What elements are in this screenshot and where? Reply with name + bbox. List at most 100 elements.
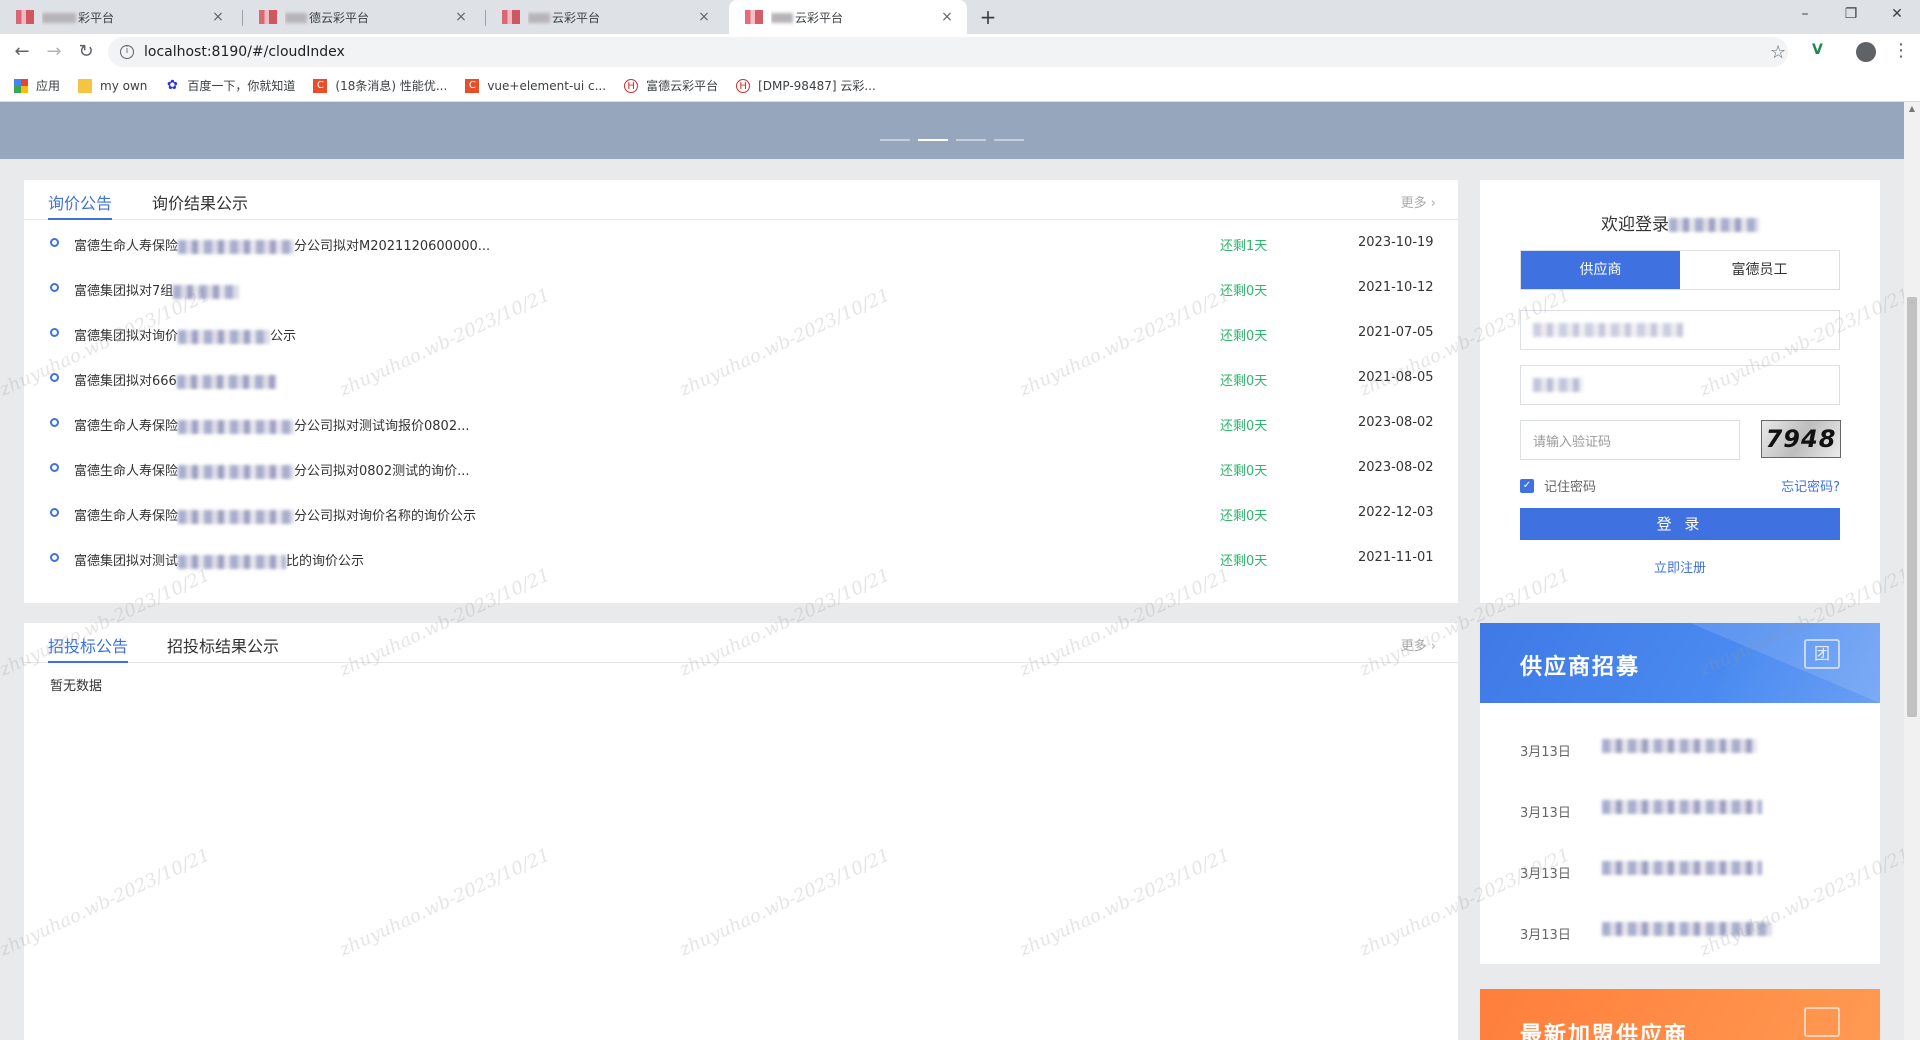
forgot-password-link[interactable]: 忘记密码? [1781, 476, 1840, 495]
list-item[interactable]: 富德集团拟对7组 还剩0天 2021-10-12 [24, 267, 1458, 312]
publish-date: 2021-11-01 [1358, 550, 1434, 565]
remaining-days: 还剩0天 [1220, 464, 1268, 479]
captcha-input[interactable]: 请输入验证码 [1520, 420, 1740, 460]
page-scrollbar[interactable]: ▲ [1904, 102, 1920, 1040]
carousel-dot[interactable] [880, 139, 910, 141]
tab-inquiry-notice[interactable]: 询价公告 [48, 190, 113, 220]
bullet-icon [50, 238, 59, 247]
list-item[interactable]: 富德集团拟对666 还剩0天 2021-08-05 [24, 357, 1458, 402]
new-tab-button[interactable]: + [975, 4, 1001, 30]
browser-tab-active[interactable]: 云彩平台 × [729, 0, 967, 34]
checkbox-checked-icon[interactable]: ✓ [1520, 478, 1534, 493]
list-item[interactable]: 富德生命人寿保险 分公司拟对M2021120600000... 还剩1天 2023… [24, 222, 1458, 267]
tab-inquiry-result[interactable]: 询价结果公示 [152, 190, 248, 220]
news-item[interactable]: 3月13日 [1520, 861, 1762, 882]
redacted-text [178, 239, 295, 254]
chevron-right-icon: › [1430, 639, 1436, 654]
new-suppliers-header: 最新加盟供应商 [1480, 989, 1880, 1040]
tab-close-icon[interactable]: × [696, 9, 712, 25]
list-item[interactable]: 富德生命人寿保险 分公司拟对测试询报价0802... 还剩0天 2023-08-0… [24, 402, 1458, 447]
reload-icon[interactable]: ↻ [74, 40, 98, 64]
vue-devtools-icon[interactable]: V [1812, 42, 1823, 58]
site-info-icon[interactable]: i [120, 45, 134, 59]
new-suppliers-title: 最新加盟供应商 [1520, 1023, 1689, 1040]
bookmark-item[interactable]: C (18条消息) 性能优... [313, 77, 447, 94]
carousel-banner [0, 102, 1904, 159]
bookmark-star-icon[interactable]: ☆ [1770, 42, 1786, 63]
tab-tender-notice[interactable]: 招投标公告 [48, 633, 129, 663]
address-bar[interactable]: i localhost:8190/#/cloudIndex [108, 37, 1788, 67]
carousel-dot-active[interactable] [918, 139, 948, 141]
tab-title: 德云彩平台 [309, 10, 370, 25]
bullet-icon [50, 508, 59, 517]
close-window-button[interactable]: ✕ [1874, 0, 1920, 30]
more-link[interactable]: 更多 › [1401, 635, 1436, 654]
list-item[interactable]: 富德集团拟对询价 公示 还剩0天 2021-07-05 [24, 312, 1458, 357]
list-item[interactable]: 富德生命人寿保险 分公司拟对询价名称的询价公示 还剩0天 2022-12-03 [24, 492, 1458, 537]
news-item[interactable]: 3月13日 [1520, 739, 1757, 760]
news-item[interactable]: 3月13日 [1520, 800, 1762, 821]
scroll-up-icon[interactable]: ▲ [1907, 104, 1917, 113]
more-link[interactable]: 更多 › [1401, 192, 1436, 211]
minimize-button[interactable]: – [1782, 0, 1828, 30]
captcha-image[interactable]: 7948 [1761, 420, 1841, 458]
tab-close-icon[interactable]: × [939, 9, 955, 25]
username-field[interactable] [1520, 310, 1840, 350]
bookmark-item[interactable]: Cvue+element-ui c... [465, 78, 606, 93]
bookmark-item[interactable]: 应用 [14, 77, 60, 94]
bookmark-item[interactable]: H 富德云彩平台 [624, 77, 718, 94]
login-button[interactable]: 登 录 [1520, 508, 1840, 540]
remaining-days: 还剩0天 [1220, 509, 1268, 524]
redacted-text [1602, 861, 1762, 875]
bookmarks-bar: 应用 my own ✿ 百度一下，你就知道 C (18条消息) 性能优... Cvu… [0, 70, 1920, 102]
chevron-right-icon: › [1430, 196, 1436, 211]
baidu-paw-icon: ✿ [166, 77, 178, 93]
register-link[interactable]: 立即注册 [1480, 557, 1880, 576]
forward-arrow-icon[interactable]: → [42, 40, 66, 64]
carousel-dot[interactable] [994, 139, 1024, 141]
blurred-text [42, 13, 76, 23]
page-content: 询价公告 询价结果公示 更多 › 富德生命人寿保险 分公司拟对M202112060… [0, 102, 1904, 1040]
tab-tender-result[interactable]: 招投标结果公示 [167, 633, 279, 663]
csdn-icon: C [313, 78, 328, 93]
password-field[interactable] [1520, 365, 1840, 405]
inquiry-tabs: 询价公告 询价结果公示 更多 › [24, 180, 1458, 220]
scrollbar-thumb[interactable] [1907, 297, 1917, 717]
chrome-menu-icon[interactable]: ⋮ [1892, 40, 1910, 61]
redacted-text [178, 554, 287, 569]
tender-panel: 招投标公告 招投标结果公示 更多 › 暂无数据 [24, 623, 1458, 1040]
browser-tab[interactable]: 德云彩平台 × [243, 0, 481, 34]
remember-password[interactable]: ✓ 记住密码 [1520, 476, 1596, 495]
publish-date: 2022-12-03 [1358, 505, 1434, 520]
tab-close-icon[interactable]: × [210, 9, 226, 25]
restore-button[interactable]: ❐ [1828, 0, 1874, 30]
remaining-days: 还剩0天 [1220, 419, 1268, 434]
role-supplier-tab[interactable]: 供应商 [1521, 251, 1680, 289]
browser-tab[interactable]: 彩平台 × [0, 0, 238, 34]
bookmark-item[interactable]: my own [78, 78, 147, 93]
remaining-days: 还剩1天 [1220, 239, 1268, 254]
bullet-icon [50, 328, 59, 337]
bookmark-item[interactable]: ✿ 百度一下，你就知道 [165, 77, 295, 94]
bullet-icon [50, 463, 59, 472]
profile-avatar-icon[interactable] [1856, 42, 1876, 62]
empty-state-text: 暂无数据 [50, 679, 103, 694]
list-item[interactable]: 富德集团拟对测试 比的询价公示 还剩0天 2021-11-01 [24, 537, 1458, 582]
back-arrow-icon[interactable]: ← [10, 40, 34, 64]
redacted-text [1602, 800, 1762, 814]
carousel-dot[interactable] [956, 139, 986, 141]
publish-date: 2021-07-05 [1358, 325, 1434, 340]
redacted-text [1669, 218, 1759, 232]
role-employee-tab[interactable]: 富德员工 [1680, 251, 1839, 289]
news-item[interactable]: 3月13日 [1520, 922, 1772, 943]
redacted-text [178, 419, 295, 434]
site-favicon-icon [16, 10, 34, 24]
tab-close-icon[interactable]: × [453, 9, 469, 25]
fude-logo-icon: H [624, 78, 639, 93]
news-date: 3月13日 [1520, 928, 1571, 943]
redacted-text [1533, 378, 1583, 392]
address-url: localhost:8190/#/cloudIndex [144, 44, 345, 60]
bookmark-item[interactable]: H [DMP-98487] 云彩... [736, 77, 876, 94]
browser-tab[interactable]: 云彩平台 × [486, 0, 724, 34]
list-item[interactable]: 富德生命人寿保险 分公司拟对0802测试的询价... 还剩0天 2023-08-0… [24, 447, 1458, 492]
